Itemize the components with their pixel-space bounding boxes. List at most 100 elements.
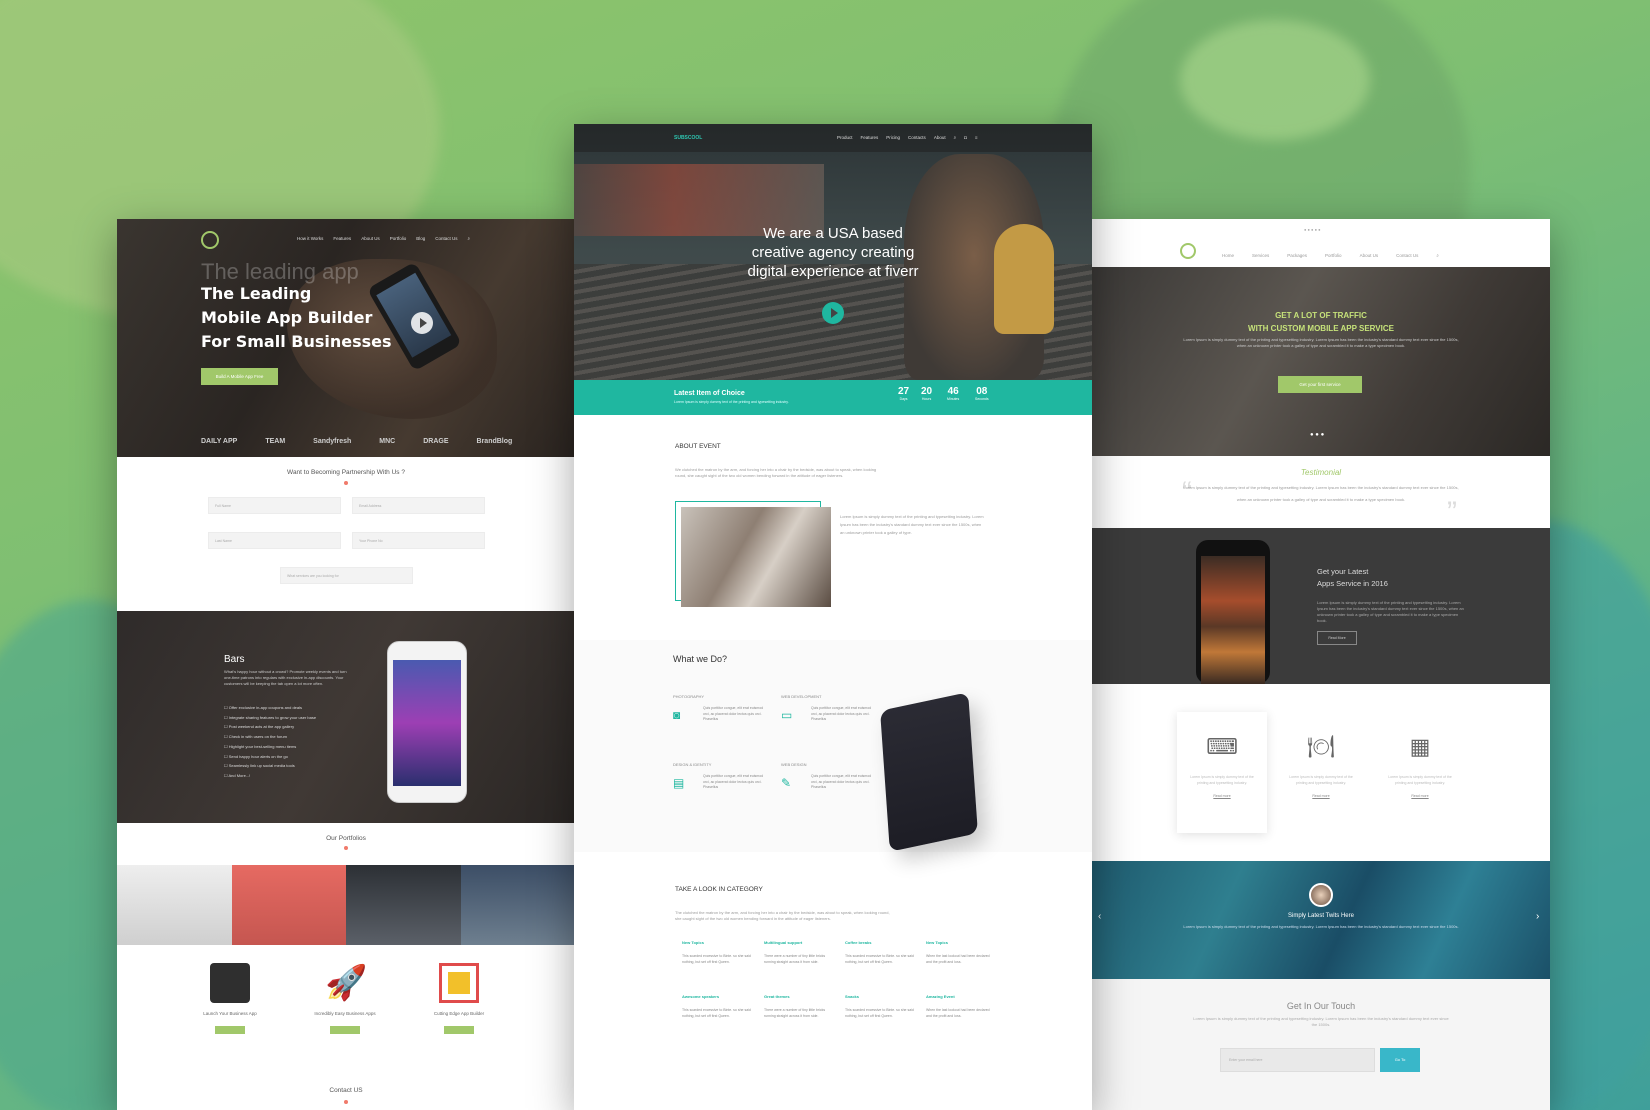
nav-item[interactable]: About Us bbox=[1360, 253, 1379, 258]
dining-icon: 🍽 bbox=[1307, 734, 1335, 759]
read-more-button[interactable] bbox=[444, 1026, 474, 1034]
category-item: Coffee breaks This scarded excessive to B… bbox=[845, 940, 914, 964]
category-item: Snacks This scarded excessive to Binte. s… bbox=[845, 994, 914, 1018]
nav-item[interactable]: Portfolio bbox=[390, 236, 407, 241]
play-icon[interactable] bbox=[822, 302, 844, 324]
feature-easy: 🚀 Incredibly Easy Business Apps bbox=[295, 963, 395, 1034]
bars-section: Bars What's happy hour without a crowd? … bbox=[117, 611, 575, 823]
logo[interactable]: SUBSCOOL bbox=[674, 135, 702, 141]
go-button[interactable]: Go To bbox=[1380, 1048, 1420, 1072]
portfolio-title: Our Portfolios bbox=[326, 835, 366, 842]
read-more-button[interactable] bbox=[215, 1026, 245, 1034]
last-name-field[interactable]: Last Name bbox=[208, 532, 341, 549]
list-item: Check in with users on the forum bbox=[224, 732, 316, 742]
bars-list: Offer exclusive in-app coupons and deals… bbox=[224, 703, 316, 781]
banner-title: Latest Item of Choice bbox=[674, 390, 745, 397]
right-hero: GET A LOT OF TRAFFIC WITH CUSTOM MOBILE … bbox=[1092, 267, 1550, 456]
read-more-button[interactable] bbox=[330, 1026, 360, 1034]
hero-subtext: Lorem Ipsum is simply dummy text of the … bbox=[1183, 337, 1459, 348]
search-icon[interactable]: ⌕ bbox=[1436, 253, 1439, 258]
center-navbar: SUBSCOOL Product Features Pricing Contac… bbox=[574, 124, 1092, 152]
search-icon[interactable]: ⌕ bbox=[468, 236, 471, 241]
nav-item[interactable]: Pricing bbox=[886, 135, 900, 140]
divider-dot bbox=[344, 846, 348, 850]
center-hero: SUBSCOOL Product Features Pricing Contac… bbox=[574, 124, 1092, 380]
nav-item[interactable]: Services bbox=[1252, 253, 1269, 258]
nav-item[interactable]: Contact Us bbox=[435, 236, 457, 241]
category-item: Awesome speakers This scarded excessive t… bbox=[682, 994, 751, 1018]
left-mockup: How it Works Features About Us Portfolio… bbox=[117, 219, 575, 1110]
center-mockup: SUBSCOOL Product Features Pricing Contac… bbox=[574, 124, 1092, 1110]
divider-dot bbox=[344, 481, 348, 485]
crop-icon bbox=[439, 963, 479, 1003]
left-nav: How it Works Features About Us Portfolio… bbox=[297, 236, 470, 241]
portfolio-section: Our Portfolios Launch Your Business App … bbox=[117, 823, 575, 1087]
right-nav: Home Services Packages Portfolio About U… bbox=[1222, 253, 1439, 258]
cart-icon[interactable]: ◘ bbox=[964, 135, 967, 140]
service-web-design: WEB DESIGN ✎ Quis porttitor congue, elit… bbox=[781, 762, 872, 790]
portfolio-image[interactable] bbox=[117, 865, 232, 945]
email-input[interactable]: Enter your email here bbox=[1220, 1048, 1375, 1072]
list-item: Highlight your best-selling menu items bbox=[224, 742, 316, 752]
nav-item[interactable]: Features bbox=[861, 135, 879, 140]
right-header: ● ● ● ● ● Home Services Packages Portfol… bbox=[1092, 219, 1550, 267]
about-text: We clutched the matron by the arm, and f… bbox=[675, 467, 877, 478]
nav-item[interactable]: About Us bbox=[361, 236, 380, 241]
brand-logo: MNC bbox=[379, 438, 396, 445]
nav-item[interactable]: Portfolio bbox=[1325, 253, 1342, 258]
nav-item[interactable]: How it Works bbox=[297, 236, 323, 241]
about-section: ABOUT EVENT We clutched the matron by th… bbox=[574, 415, 1092, 640]
nav-item[interactable]: Contact Us bbox=[1396, 253, 1418, 258]
list-item: Integrate sharing features to grow your … bbox=[224, 713, 316, 723]
nav-item[interactable]: Features bbox=[333, 236, 351, 241]
tablet-icon bbox=[210, 963, 250, 1003]
nav-item[interactable]: Blog bbox=[416, 236, 425, 241]
list-item: Post weekend acts at the app gallery bbox=[224, 722, 316, 732]
search-icon[interactable]: ⌕ bbox=[954, 135, 957, 140]
category-item: New Topics This scarded excessive to Bint… bbox=[682, 940, 751, 964]
quote-close-icon: ” bbox=[1447, 496, 1457, 529]
read-more-button[interactable]: Read More bbox=[1317, 631, 1357, 645]
bars-description: What's happy hour without a crowd? Promo… bbox=[224, 669, 347, 686]
build-app-button[interactable]: Build A Mobile App Free bbox=[201, 368, 278, 385]
service-card: 🍽 Lorem Ipsum is simply dummy text of th… bbox=[1276, 712, 1366, 833]
play-icon[interactable] bbox=[411, 312, 433, 334]
nav-item[interactable]: Home bbox=[1222, 253, 1234, 258]
divider-dot bbox=[344, 1100, 348, 1104]
portfolio-image[interactable] bbox=[231, 865, 346, 945]
banner-subtitle: Lorem Ipsum is simply dummy text of the … bbox=[674, 400, 789, 404]
logo[interactable] bbox=[1180, 243, 1196, 259]
service-design-identity: DESIGN & IDENTITY ▤ Quis porttitor congu… bbox=[673, 762, 764, 790]
slider-dots[interactable]: ● ● ● bbox=[1310, 432, 1324, 438]
nav-item[interactable]: Product bbox=[837, 135, 853, 140]
first-service-button[interactable]: Get your first service bbox=[1278, 376, 1362, 393]
chevron-right-icon[interactable]: › bbox=[1536, 911, 1539, 922]
nav-item[interactable]: About bbox=[934, 135, 946, 140]
feature-launch: Launch Your Business App bbox=[180, 963, 280, 1034]
services-select[interactable]: What services are you looking for bbox=[280, 567, 413, 584]
bars-title: Bars bbox=[224, 654, 245, 665]
portfolio-image[interactable] bbox=[460, 865, 575, 945]
app-section: Get your Latest Apps Service in 2016 Lor… bbox=[1092, 528, 1550, 684]
category-text: The clutched the matron by the arm, and … bbox=[675, 910, 890, 921]
testimonial-title: Testimonial bbox=[1300, 468, 1342, 477]
menu-icon[interactable]: ≡ bbox=[975, 135, 978, 140]
portfolio-image[interactable] bbox=[346, 865, 461, 945]
countdown-minutes: 46 Minutes bbox=[947, 386, 960, 401]
app-text: Lorem Ipsum is simply dummy text of the … bbox=[1317, 600, 1464, 623]
nav-item[interactable]: Contacts bbox=[908, 135, 926, 140]
email-field[interactable]: Email Address bbox=[352, 497, 485, 514]
full-name-field[interactable]: Full Name bbox=[208, 497, 341, 514]
twits-title: Simply Latest Twits Here bbox=[1288, 913, 1354, 919]
phone-field[interactable]: Your Phone No bbox=[352, 532, 485, 549]
brand-logo: Sandyfresh bbox=[313, 438, 352, 445]
service-card: ⌨ Lorem Ipsum is simply dummy text of th… bbox=[1177, 712, 1267, 833]
twits-text: Lorem Ipsum is simply dummy text of the … bbox=[1183, 924, 1459, 929]
list-item: Offer exclusive in-app coupons and deals bbox=[224, 703, 316, 713]
brand-logo: TEAM bbox=[265, 438, 286, 445]
category-section: TAKE A LOOK IN CATEGORY The clutched the… bbox=[574, 852, 1092, 1110]
contact-section: Get In Our Touch Lorem Ipsum is simply d… bbox=[1092, 979, 1550, 1110]
logo[interactable] bbox=[201, 231, 219, 249]
social-icons[interactable]: ● ● ● ● ● bbox=[1304, 227, 1321, 232]
nav-item[interactable]: Packages bbox=[1287, 253, 1307, 258]
